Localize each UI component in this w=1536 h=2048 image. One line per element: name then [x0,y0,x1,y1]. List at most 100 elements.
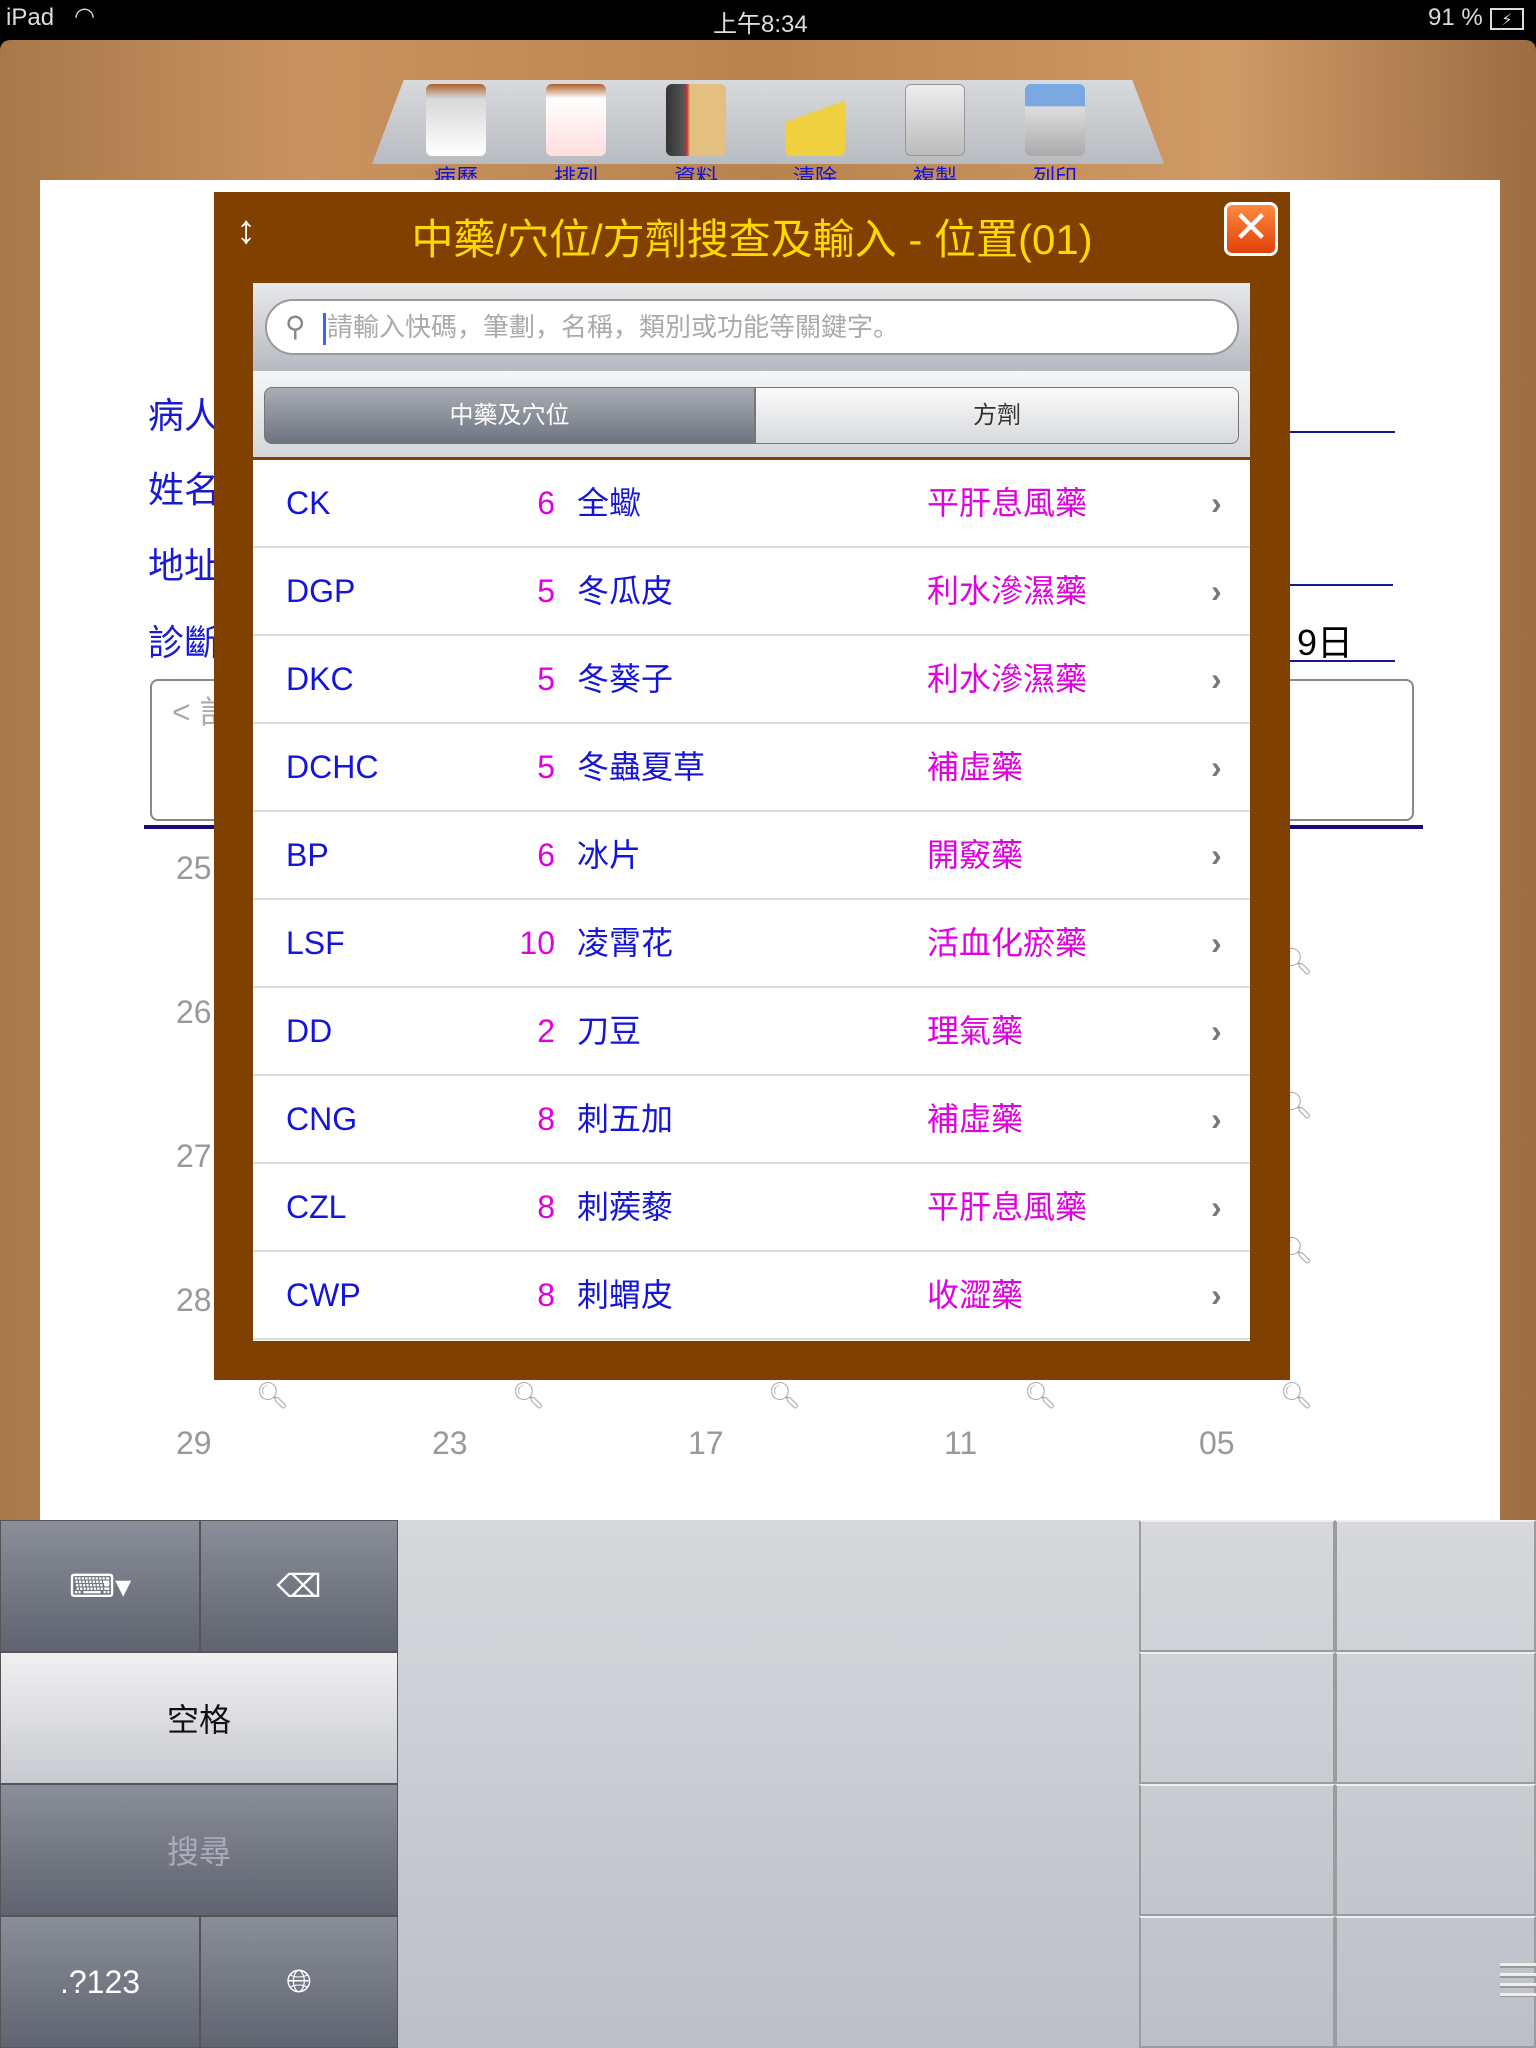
label-address: 地址 [148,545,221,586]
clipboard-sort-icon [546,84,606,156]
result-name: 凌霄花 [577,925,674,961]
date-field-line[interactable] [1289,660,1395,662]
result-strokes: 2 [537,1013,555,1049]
result-name: 冬葵子 [577,661,674,697]
magnifier-icon[interactable]: 🔍︎ [1280,1380,1313,1410]
candidate-cell[interactable] [1335,1520,1536,1652]
candidate-cell[interactable] [1139,1784,1335,1916]
result-category: 補虛藥 [927,1101,1024,1137]
copy-icon [905,84,965,156]
magnifier-icon[interactable]: 🔍︎ [1024,1380,1057,1410]
tool-print[interactable]: 列印 [1010,84,1100,192]
candidate-cell[interactable] [1335,1652,1536,1784]
label-name: 姓名 [148,469,221,510]
device-name: iPad [6,4,55,31]
search-input[interactable]: ⚲ 請輸入快碼，筆劃，名稱，類別或功能等關鍵字。 [265,299,1239,355]
chevron-right-icon: › [1211,1013,1222,1049]
battery-level: 91 % [1428,4,1483,31]
hide-keyboard-key[interactable]: ⌨▾ [0,1520,200,1652]
space-key[interactable]: 空格 [0,1652,398,1784]
result-strokes: 6 [537,837,555,873]
candidate-cell[interactable] [1139,1652,1335,1784]
search-dialog: ↕ 中藥/穴位/方劑搜查及輸入 - 位置(01) ✕ ⚲ 請輸入快碼，筆劃，名稱… [214,192,1290,1380]
tab-herbs-acupoints[interactable]: 中藥及穴位 [264,387,755,444]
result-code: CZL [286,1189,347,1225]
battery-charging-icon: ⚡ [1490,8,1524,30]
grid-number: 17 [688,1425,724,1461]
result-category: 理氣藥 [927,1013,1024,1049]
keyboard: ⌨▾ ⌫ 空格 搜尋 .?123 🌐︎ [0,1520,1536,2048]
label-diagnosis: 診斷 [148,622,221,663]
result-code: DGP [286,573,356,609]
search-key[interactable]: 搜尋 [0,1784,398,1916]
result-category: 活血化瘀藥 [927,925,1088,961]
result-name: 刺蝟皮 [577,1277,674,1313]
result-code: BP [286,837,329,873]
grid-number: 25 [176,850,212,886]
chevron-right-icon: › [1211,925,1222,961]
result-code: DKC [286,661,354,697]
segmented-control: 中藥及穴位 方劑 [253,371,1250,460]
candidate-cell[interactable] [1139,1916,1335,2048]
printer-icon [1025,84,1085,156]
text-cursor [323,313,326,345]
grip-handle-icon[interactable] [1500,1963,1536,1997]
result-category: 收澀藥 [927,1277,1024,1313]
tool-sort[interactable]: 排列 [531,84,621,192]
magnifier-icon[interactable]: 🔍︎ [256,1380,289,1410]
result-row[interactable]: CK 6 全蠍 平肝息風藥 › [253,460,1250,548]
result-strokes: 6 [537,485,555,521]
tool-medical-record[interactable]: 病歷 [411,84,501,192]
result-row[interactable]: DCHC 5 冬蟲夏草 補虛藥 › [253,724,1250,812]
tool-copy[interactable]: 複製 [890,84,980,192]
chevron-right-icon: › [1211,837,1222,873]
chevron-right-icon: › [1211,749,1222,785]
tool-data[interactable]: 資料 [651,84,741,192]
result-row[interactable]: CZL 8 刺蒺藜 平肝息風藥 › [253,1164,1250,1252]
result-row[interactable]: DKC 5 冬葵子 利水滲濕藥 › [253,636,1250,724]
grid-number: 11 [944,1425,978,1461]
result-strokes: 8 [537,1277,555,1313]
result-code: DD [286,1013,333,1049]
search-bar: ⚲ 請輸入快碼，筆劃，名稱，類別或功能等關鍵字。 [253,283,1250,371]
patient-field-line[interactable] [1289,431,1395,433]
result-strokes: 5 [537,661,555,697]
grid-number: 27 [176,1138,212,1174]
result-row[interactable]: LSF 10 凌霄花 活血化瘀藥 › [253,900,1250,988]
chevron-right-icon: › [1211,661,1222,697]
tab-formulas[interactable]: 方劑 [755,387,1239,444]
magnifier-icon[interactable]: 🔍︎ [512,1380,545,1410]
result-name: 冬蟲夏草 [577,749,706,785]
dialog-panel: ⚲ 請輸入快碼，筆劃，名稱，類別或功能等關鍵字。 中藥及穴位 方劑 CK 6 全蠍平… [253,283,1250,1341]
magnifier-icon[interactable]: 🔍︎ [768,1380,801,1410]
chevron-right-icon: › [1211,1277,1222,1313]
result-strokes: 8 [537,1189,555,1225]
result-row[interactable]: BP 6 冰片 開竅藥 › [253,812,1250,900]
result-category: 利水滲濕藥 [927,573,1088,609]
close-button[interactable]: ✕ [1224,202,1278,256]
clipboard-search-icon [426,84,486,156]
search-icon: ⚲ [285,311,306,342]
toolbar: 病歷 排列 資料 清除 複製 列印 [0,40,1536,190]
result-row[interactable]: DGP 5 冬瓜皮 利水滲濕藥 › [253,548,1250,636]
result-code: LSF [286,925,345,961]
result-row[interactable]: CWP 8 刺蝟皮 收澀藥 › [253,1252,1250,1340]
chevron-right-icon: › [1211,1101,1222,1137]
result-row[interactable]: DD 2 刀豆 理氣藥 › [253,988,1250,1076]
numbers-key[interactable]: .?123 [0,1916,200,2048]
result-code: DCHC [286,749,379,785]
dialog-title: 中藥/穴位/方劑搜查及輸入 - 位置(01) [411,216,1093,263]
grid-number: 28 [176,1282,212,1318]
grid-number: 29 [176,1425,212,1461]
result-row[interactable]: CNG 8 刺五加 補虛藥 › [253,1076,1250,1164]
candidate-cell[interactable] [1139,1520,1335,1652]
result-name: 刀豆 [577,1013,642,1049]
grid-number: 23 [432,1425,468,1461]
candidate-cell[interactable] [1335,1784,1536,1916]
delete-key[interactable]: ⌫ [200,1520,398,1652]
result-category: 補虛藥 [927,749,1024,785]
tool-clear[interactable]: 清除 [770,84,860,192]
address-field-line[interactable] [1289,584,1393,586]
result-name: 全蠍 [577,485,642,521]
globe-key[interactable]: 🌐︎ [200,1916,398,2048]
